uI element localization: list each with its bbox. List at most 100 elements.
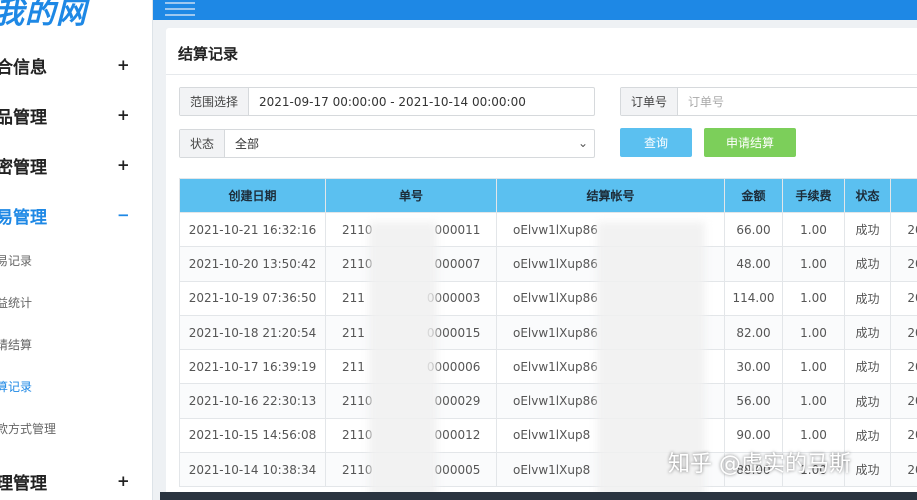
cell-amount: 66.00 xyxy=(724,211,783,248)
cell-amount: 82.00 xyxy=(724,314,783,351)
cell-date: 2021-10-20 13:50:42 xyxy=(179,246,326,282)
sidebar-subitem-settlement-records[interactable]: 算记录 xyxy=(0,378,32,395)
sidebar-menu-label: 合信息 xyxy=(0,57,47,78)
order-no-head: 2110 xyxy=(342,394,373,409)
order-number-field[interactable]: 订单号 订单号 xyxy=(620,87,917,116)
cell-amount: 30.00 xyxy=(724,349,783,385)
order-no-head: 2110 xyxy=(342,462,373,477)
table-row: 2021-10-21 16:32:16 2110 000011 oElvw1lXup8… xyxy=(179,211,917,248)
cell-extra: 20 xyxy=(890,280,917,316)
cell-extra: 20 xyxy=(890,211,917,248)
cell-extra: 20 xyxy=(890,417,917,454)
order-no-head: 2110 xyxy=(342,428,373,443)
page-title: 结算记录 xyxy=(178,45,239,63)
watermark: 知乎 @虚实的马斯 xyxy=(668,452,851,477)
cell-amount: 56.00 xyxy=(724,383,783,419)
top-bar xyxy=(153,0,917,20)
cell-status: 成功 xyxy=(844,280,891,316)
cell-fee: 1.00 xyxy=(782,383,845,419)
column-header-extra xyxy=(890,178,917,213)
date-range-label: 范围选择 xyxy=(180,88,250,115)
cell-status: 成功 xyxy=(844,314,891,351)
order-no-head: 211 xyxy=(342,359,365,374)
cell-date: 2021-10-14 10:38:34 xyxy=(179,452,326,488)
cell-status: 成功 xyxy=(844,246,891,282)
date-range-field[interactable]: 范围选择 2021-09-17 00:00:00 - 2021-10-14 00… xyxy=(179,87,595,116)
cell-extra: 20 xyxy=(890,246,917,282)
sidebar: 我的网 合信息 + 品管理 + 密管理 + 易管理 − 易记录 益统计 请结算 … xyxy=(0,0,153,500)
cell-extra: 20 xyxy=(890,314,917,351)
plus-icon: + xyxy=(117,56,130,74)
cell-extra: 20 xyxy=(890,383,917,419)
plus-icon: + xyxy=(117,472,130,490)
order-no-tail: 000012 xyxy=(434,428,481,443)
order-no-tail: 000007 xyxy=(434,256,481,271)
order-no-head: 211 xyxy=(342,325,365,340)
table-row: 2021-10-16 22:30:13 2110 000029 oElvw1lXup8… xyxy=(179,383,917,419)
chevron-down-icon: ⌄ xyxy=(577,136,588,150)
column-header-account: 结算帐号 xyxy=(496,178,725,213)
minus-icon: − xyxy=(117,206,130,224)
table-row: 2021-10-18 21:20:54 211 0000015 oElvw1lXup8… xyxy=(179,314,917,351)
table-row: 2021-10-19 07:36:50 211 0000003 oElvw1lXup8… xyxy=(179,280,917,316)
cell-date: 2021-10-16 22:30:13 xyxy=(179,383,326,419)
cell-fee: 1.00 xyxy=(782,211,845,248)
divider xyxy=(166,74,917,75)
cell-fee: 1.00 xyxy=(782,246,845,282)
column-header-order-no: 单号 xyxy=(325,178,497,213)
cell-date: 2021-10-21 16:32:16 xyxy=(179,211,326,248)
sidebar-menu-label: 密管理 xyxy=(0,157,47,178)
menu-icon[interactable] xyxy=(165,2,195,16)
redaction-blur xyxy=(369,222,437,500)
query-button[interactable]: 查询 xyxy=(620,128,692,157)
cell-status: 成功 xyxy=(844,452,891,488)
column-header-fee: 手续费 xyxy=(782,178,845,213)
sidebar-menu-label: 品管理 xyxy=(0,107,47,128)
cell-extra: 20 xyxy=(890,452,917,488)
cell-status: 成功 xyxy=(844,349,891,385)
order-number-label: 订单号 xyxy=(621,88,679,115)
table-row: 2021-10-20 13:50:42 2110 000007 oElvw1lXup8… xyxy=(179,246,917,282)
sidebar-menu-info[interactable]: 合信息 + xyxy=(0,50,152,80)
sidebar-menu-label: 易管理 xyxy=(0,207,47,228)
cell-status: 成功 xyxy=(844,417,891,454)
status-value: 全部 xyxy=(235,137,260,151)
sidebar-subitem-apply-settlement[interactable]: 请结算 xyxy=(0,336,32,353)
plus-icon: + xyxy=(117,156,130,174)
order-no-head: 2110 xyxy=(342,256,373,271)
cell-status: 成功 xyxy=(844,211,891,248)
sidebar-menu-label: 理管理 xyxy=(0,473,47,494)
cell-date: 2021-10-17 16:39:19 xyxy=(179,349,326,385)
status-select[interactable]: 状态 全部 ⌄ xyxy=(179,129,595,158)
cell-status: 成功 xyxy=(844,383,891,419)
cell-fee: 1.00 xyxy=(782,349,845,385)
order-no-tail: 000029 xyxy=(434,394,481,409)
sidebar-subitem-income-stats[interactable]: 益统计 xyxy=(0,294,32,311)
sidebar-menu-product[interactable]: 品管理 + xyxy=(0,100,152,130)
table-header-row: 创建日期 单号 结算帐号 金额 手续费 状态 xyxy=(179,178,917,213)
date-range-value[interactable]: 2021-09-17 00:00:00 - 2021-10-14 00:00:0… xyxy=(249,95,526,109)
column-header-date: 创建日期 xyxy=(179,178,326,213)
sidebar-subitem-payment-methods[interactable]: 款方式管理 xyxy=(0,420,56,437)
apply-settlement-button[interactable]: 申请结算 xyxy=(704,128,796,157)
order-number-input[interactable]: 订单号 xyxy=(678,93,724,110)
table-row: 2021-10-17 16:39:19 211 0000006 oElvw1lXup8… xyxy=(179,349,917,385)
cell-date: 2021-10-15 14:56:08 xyxy=(179,417,326,454)
column-header-status: 状态 xyxy=(844,178,891,213)
sidebar-subitem-trade-records[interactable]: 易记录 xyxy=(0,252,32,269)
site-logo: 我的网 xyxy=(0,0,87,31)
column-header-amount: 金额 xyxy=(724,178,783,213)
plus-icon: + xyxy=(117,106,130,124)
cell-amount: 114.00 xyxy=(724,280,783,316)
sidebar-menu-manage[interactable]: 理管理 + xyxy=(0,466,152,496)
taskbar xyxy=(160,492,917,500)
order-no-head: 2110 xyxy=(342,222,373,237)
sidebar-menu-trade[interactable]: 易管理 − xyxy=(0,200,152,230)
cell-date: 2021-10-19 07:36:50 xyxy=(179,280,326,316)
status-label: 状态 xyxy=(180,130,226,157)
sidebar-menu-secret[interactable]: 密管理 + xyxy=(0,150,152,180)
cell-amount: 48.00 xyxy=(724,246,783,282)
cell-extra: 20 xyxy=(890,349,917,385)
order-no-tail: 000005 xyxy=(434,462,481,477)
cell-fee: 1.00 xyxy=(782,314,845,351)
